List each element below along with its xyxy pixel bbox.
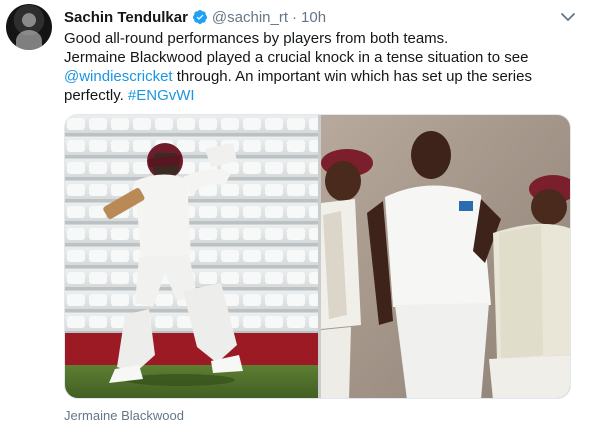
mention-link[interactable]: @windiescricket: [64, 68, 173, 85]
tweet-text: Good all-round performances by players f…: [64, 29, 569, 105]
tweet-line: Jermaine Blackwood played a crucial knoc…: [64, 49, 529, 66]
chevron-down-icon[interactable]: [560, 11, 576, 23]
media-caption[interactable]: Jermaine Blackwood: [64, 408, 184, 423]
avatar[interactable]: [6, 4, 52, 50]
hashtag-link[interactable]: #ENGvWI: [128, 87, 195, 104]
tweet-line: Good all-round performances by players f…: [64, 30, 449, 47]
author-name[interactable]: Sachin Tendulkar: [64, 9, 188, 26]
tweet-line-text: through. An important win which has set …: [172, 68, 532, 85]
tweet-line: perfectly. #ENGvWI: [64, 86, 569, 105]
photo-celebration[interactable]: [321, 115, 570, 398]
tweet-header: Sachin Tendulkar @sachin_rt · 10h: [64, 7, 326, 27]
separator-dot: ·: [292, 8, 298, 26]
media-grid: [64, 114, 571, 399]
photo-batsman[interactable]: [65, 115, 318, 398]
verified-badge-icon: [192, 10, 207, 24]
author-handle[interactable]: @sachin_rt: [212, 9, 288, 26]
tweet-line: @windiescricket through. An important wi…: [64, 67, 569, 86]
tweet-timestamp[interactable]: 10h: [301, 9, 326, 26]
tweet-line-text: perfectly.: [64, 87, 128, 104]
